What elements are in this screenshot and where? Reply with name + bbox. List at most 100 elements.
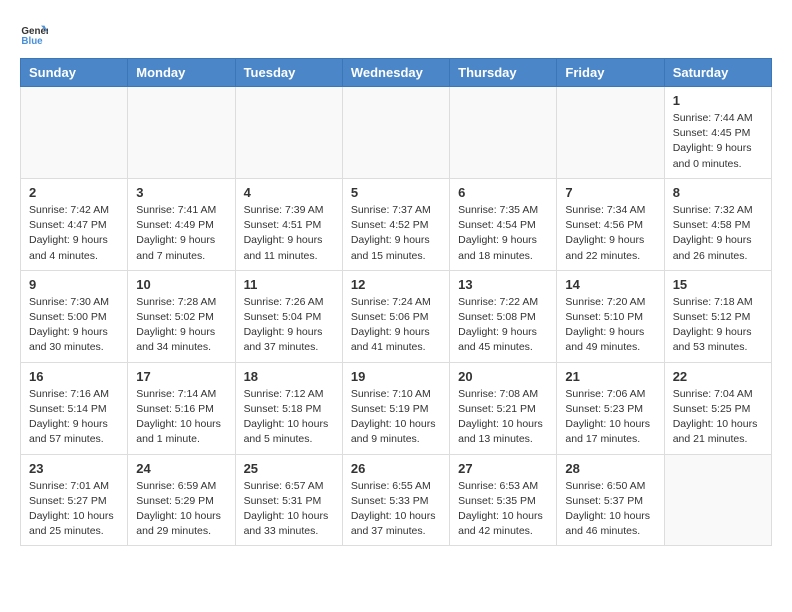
calendar-cell: 13 Sunrise: 7:22 AM Sunset: 5:08 PM Dayli… — [450, 270, 557, 362]
day-info: Sunrise: 7:44 AM Sunset: 4:45 PM Dayligh… — [673, 111, 763, 172]
header-sunday: Sunday — [21, 59, 128, 87]
day-info: Sunrise: 7:14 AM Sunset: 5:16 PM Dayligh… — [136, 387, 226, 448]
day-number: 3 — [136, 185, 226, 200]
day-info: Sunrise: 6:55 AM Sunset: 5:33 PM Dayligh… — [351, 479, 441, 540]
day-info: Sunrise: 7:12 AM Sunset: 5:18 PM Dayligh… — [244, 387, 334, 448]
calendar-cell: 6Sunrise: 7:35 AM Sunset: 4:54 PM Daylig… — [450, 178, 557, 270]
day-number: 19 — [351, 369, 441, 384]
calendar-cell: 7 Sunrise: 7:34 AM Sunset: 4:56 PM Daylig… — [557, 178, 664, 270]
day-number: 26 — [351, 461, 441, 476]
calendar-cell: 19 Sunrise: 7:10 AM Sunset: 5:19 PM Dayli… — [342, 362, 449, 454]
day-number: 8 — [673, 185, 763, 200]
header-wednesday: Wednesday — [342, 59, 449, 87]
day-number: 16 — [29, 369, 119, 384]
header-tuesday: Tuesday — [235, 59, 342, 87]
calendar-cell: 5Sunrise: 7:37 AM Sunset: 4:52 PM Daylig… — [342, 178, 449, 270]
calendar-cell: 9 Sunrise: 7:30 AM Sunset: 5:00 PM Daylig… — [21, 270, 128, 362]
calendar-cell: 18 Sunrise: 7:12 AM Sunset: 5:18 PM Dayli… — [235, 362, 342, 454]
day-info: Sunrise: 6:53 AM Sunset: 5:35 PM Dayligh… — [458, 479, 548, 540]
calendar-cell: 16 Sunrise: 7:16 AM Sunset: 5:14 PM Dayli… — [21, 362, 128, 454]
calendar-cell: 24 Sunrise: 6:59 AM Sunset: 5:29 PM Dayli… — [128, 454, 235, 546]
header-monday: Monday — [128, 59, 235, 87]
day-number: 11 — [244, 277, 334, 292]
day-info: Sunrise: 6:59 AM Sunset: 5:29 PM Dayligh… — [136, 479, 226, 540]
calendar-cell — [450, 87, 557, 179]
calendar-cell — [342, 87, 449, 179]
day-number: 21 — [565, 369, 655, 384]
calendar-cell — [128, 87, 235, 179]
day-info: Sunrise: 7:32 AM Sunset: 4:58 PM Dayligh… — [673, 203, 763, 264]
calendar-cell: 3 Sunrise: 7:41 AM Sunset: 4:49 PM Daylig… — [128, 178, 235, 270]
day-info: Sunrise: 7:04 AM Sunset: 5:25 PM Dayligh… — [673, 387, 763, 448]
day-info: Sunrise: 7:16 AM Sunset: 5:14 PM Dayligh… — [29, 387, 119, 448]
header-thursday: Thursday — [450, 59, 557, 87]
calendar-cell — [557, 87, 664, 179]
logo-icon: General Blue — [20, 20, 48, 48]
day-number: 9 — [29, 277, 119, 292]
day-number: 7 — [565, 185, 655, 200]
calendar-cell: 22 Sunrise: 7:04 AM Sunset: 5:25 PM Dayli… — [664, 362, 771, 454]
calendar-cell — [235, 87, 342, 179]
day-info: Sunrise: 6:57 AM Sunset: 5:31 PM Dayligh… — [244, 479, 334, 540]
calendar-table: SundayMondayTuesdayWednesdayThursdayFrid… — [20, 58, 772, 546]
day-number: 24 — [136, 461, 226, 476]
day-info: Sunrise: 7:20 AM Sunset: 5:10 PM Dayligh… — [565, 295, 655, 356]
calendar-cell: 15 Sunrise: 7:18 AM Sunset: 5:12 PM Dayli… — [664, 270, 771, 362]
calendar-cell: 25 Sunrise: 6:57 AM Sunset: 5:31 PM Dayli… — [235, 454, 342, 546]
day-info: Sunrise: 7:18 AM Sunset: 5:12 PM Dayligh… — [673, 295, 763, 356]
header-saturday: Saturday — [664, 59, 771, 87]
day-info: Sunrise: 7:41 AM Sunset: 4:49 PM Dayligh… — [136, 203, 226, 264]
day-number: 25 — [244, 461, 334, 476]
calendar-week-row: 9 Sunrise: 7:30 AM Sunset: 5:00 PM Daylig… — [21, 270, 772, 362]
calendar-cell: 4 Sunrise: 7:39 AM Sunset: 4:51 PM Daylig… — [235, 178, 342, 270]
day-number: 14 — [565, 277, 655, 292]
day-number: 17 — [136, 369, 226, 384]
day-number: 20 — [458, 369, 548, 384]
calendar-cell: 27 Sunrise: 6:53 AM Sunset: 5:35 PM Dayli… — [450, 454, 557, 546]
day-number: 13 — [458, 277, 548, 292]
day-info: Sunrise: 7:37 AM Sunset: 4:52 PM Dayligh… — [351, 203, 441, 264]
day-number: 2 — [29, 185, 119, 200]
day-info: Sunrise: 7:42 AM Sunset: 4:47 PM Dayligh… — [29, 203, 119, 264]
day-info: Sunrise: 6:50 AM Sunset: 5:37 PM Dayligh… — [565, 479, 655, 540]
calendar-cell: 23Sunrise: 7:01 AM Sunset: 5:27 PM Dayli… — [21, 454, 128, 546]
day-info: Sunrise: 7:26 AM Sunset: 5:04 PM Dayligh… — [244, 295, 334, 356]
day-info: Sunrise: 7:24 AM Sunset: 5:06 PM Dayligh… — [351, 295, 441, 356]
calendar-cell — [21, 87, 128, 179]
svg-text:Blue: Blue — [21, 36, 43, 47]
day-number: 10 — [136, 277, 226, 292]
logo: General Blue — [20, 20, 52, 48]
day-number: 27 — [458, 461, 548, 476]
calendar-cell: 14 Sunrise: 7:20 AM Sunset: 5:10 PM Dayli… — [557, 270, 664, 362]
day-info: Sunrise: 7:06 AM Sunset: 5:23 PM Dayligh… — [565, 387, 655, 448]
day-number: 18 — [244, 369, 334, 384]
day-info: Sunrise: 7:01 AM Sunset: 5:27 PM Dayligh… — [29, 479, 119, 540]
calendar-header-row: SundayMondayTuesdayWednesdayThursdayFrid… — [21, 59, 772, 87]
day-info: Sunrise: 7:08 AM Sunset: 5:21 PM Dayligh… — [458, 387, 548, 448]
calendar-week-row: 2 Sunrise: 7:42 AM Sunset: 4:47 PM Daylig… — [21, 178, 772, 270]
calendar-cell: 10Sunrise: 7:28 AM Sunset: 5:02 PM Dayli… — [128, 270, 235, 362]
calendar-week-row: 16 Sunrise: 7:16 AM Sunset: 5:14 PM Dayli… — [21, 362, 772, 454]
day-info: Sunrise: 7:22 AM Sunset: 5:08 PM Dayligh… — [458, 295, 548, 356]
calendar-cell: 21 Sunrise: 7:06 AM Sunset: 5:23 PM Dayli… — [557, 362, 664, 454]
day-info: Sunrise: 7:30 AM Sunset: 5:00 PM Dayligh… — [29, 295, 119, 356]
calendar-cell: 11 Sunrise: 7:26 AM Sunset: 5:04 PM Dayli… — [235, 270, 342, 362]
day-number: 4 — [244, 185, 334, 200]
calendar-cell: 28Sunrise: 6:50 AM Sunset: 5:37 PM Dayli… — [557, 454, 664, 546]
calendar-cell: 2 Sunrise: 7:42 AM Sunset: 4:47 PM Daylig… — [21, 178, 128, 270]
calendar-week-row: 23Sunrise: 7:01 AM Sunset: 5:27 PM Dayli… — [21, 454, 772, 546]
day-number: 1 — [673, 93, 763, 108]
page-header: General Blue — [20, 20, 772, 48]
calendar-cell: 1 Sunrise: 7:44 AM Sunset: 4:45 PM Daylig… — [664, 87, 771, 179]
calendar-cell: 8 Sunrise: 7:32 AM Sunset: 4:58 PM Daylig… — [664, 178, 771, 270]
day-info: Sunrise: 7:34 AM Sunset: 4:56 PM Dayligh… — [565, 203, 655, 264]
day-info: Sunrise: 7:10 AM Sunset: 5:19 PM Dayligh… — [351, 387, 441, 448]
day-info: Sunrise: 7:39 AM Sunset: 4:51 PM Dayligh… — [244, 203, 334, 264]
calendar-week-row: 1 Sunrise: 7:44 AM Sunset: 4:45 PM Daylig… — [21, 87, 772, 179]
calendar-cell: 26 Sunrise: 6:55 AM Sunset: 5:33 PM Dayli… — [342, 454, 449, 546]
header-friday: Friday — [557, 59, 664, 87]
day-number: 22 — [673, 369, 763, 384]
day-number: 6 — [458, 185, 548, 200]
calendar-cell: 12Sunrise: 7:24 AM Sunset: 5:06 PM Dayli… — [342, 270, 449, 362]
day-number: 15 — [673, 277, 763, 292]
